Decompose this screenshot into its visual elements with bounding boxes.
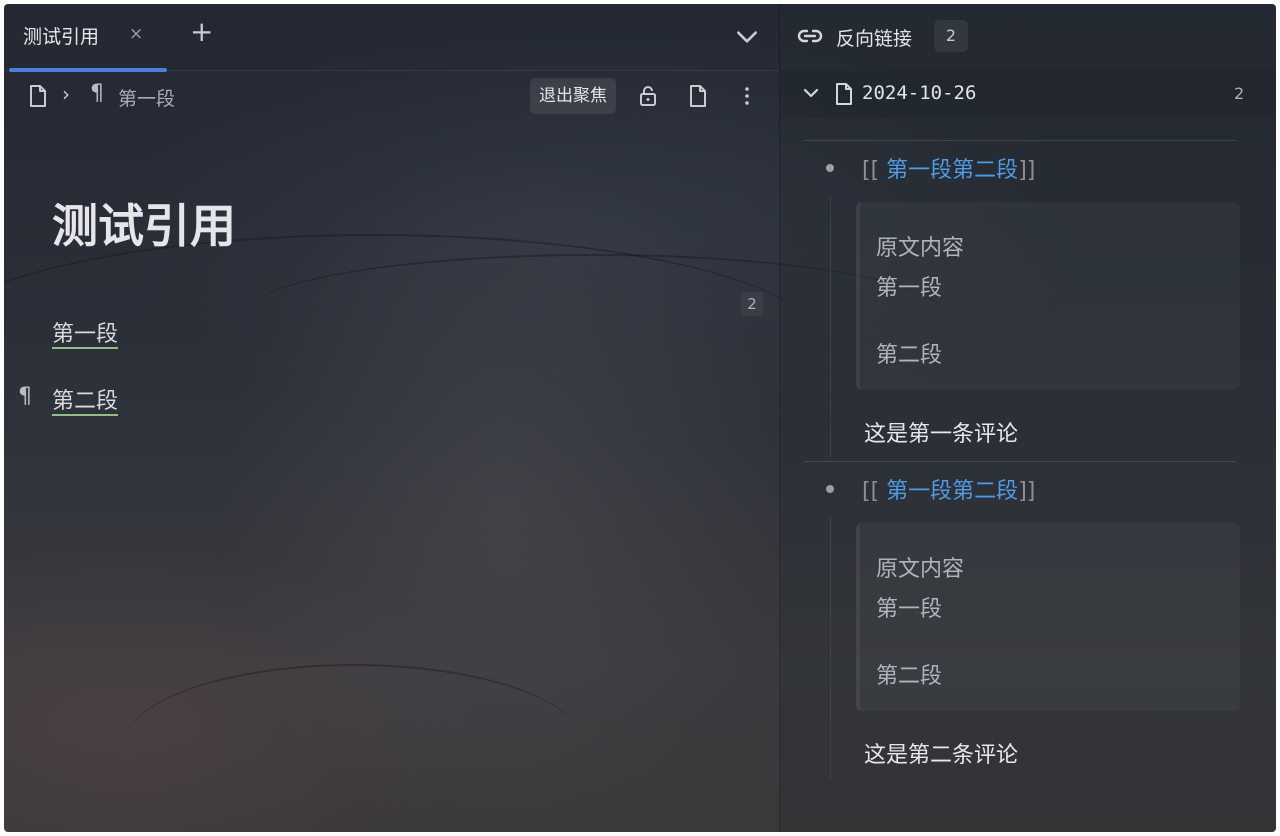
tab-title: 测试引用 (23, 26, 100, 48)
app-window: 测试引用 × + › ¶ 第一段 退出聚焦 测试引用 2 第一段 ¶ 第二段 反… (4, 4, 1276, 832)
quote-line: 第一段 (876, 597, 943, 622)
quote-block[interactable]: 原文内容 第一段 第二段 (856, 523, 1240, 711)
paragraph-first[interactable]: 第一段 (52, 316, 118, 348)
quote-line: 原文内容 (876, 557, 965, 582)
plus-icon[interactable]: + (190, 18, 213, 46)
document-icon[interactable] (28, 84, 48, 108)
tab-test-reference[interactable]: 测试引用 × (9, 4, 167, 72)
backlink-group-row[interactable]: 2024-10-26 2 (780, 70, 1276, 118)
quote-line: 第二段 (876, 343, 943, 368)
chevron-down-icon[interactable] (802, 84, 820, 102)
bracket-open: [[ (862, 479, 880, 504)
more-vertical-icon[interactable] (735, 84, 759, 108)
active-tab-indicator (9, 68, 167, 72)
chevron-down-icon[interactable] (734, 24, 760, 50)
breadcrumb-item[interactable]: 第一段 (118, 84, 175, 111)
thread-line (830, 196, 831, 458)
link-icon (797, 29, 823, 43)
paragraph-second[interactable]: 第二段 (52, 383, 118, 415)
thread-line (830, 517, 831, 779)
bullet-icon[interactable] (826, 164, 834, 172)
tab-bar: 测试引用 × + (4, 4, 779, 72)
backlinks-title: 反向链接 (836, 28, 913, 50)
reference-line: [[ 第一段第二段]] (862, 152, 1035, 184)
backlink-group-count: 2 (1234, 84, 1245, 103)
breadcrumb-toolbar: › ¶ 第一段 退出聚焦 (4, 74, 779, 120)
close-icon[interactable]: × (129, 24, 143, 44)
quote-line: 原文内容 (876, 236, 965, 261)
backlink-group-date: 2024-10-26 (862, 82, 977, 104)
comment-text[interactable]: 这是第一条评论 (864, 416, 1018, 448)
reference-count-badge[interactable]: 2 (741, 292, 763, 316)
backlinks-panel: 反向链接 2 2024-10-26 2 [[ 第一段第二段]] 原文内容 第一段… (780, 4, 1276, 832)
reference-link[interactable]: 第一段第二段 (886, 479, 1018, 504)
comment-text[interactable]: 这是第二条评论 (864, 737, 1018, 769)
reference-line: [[ 第一段第二段]] (862, 473, 1035, 505)
bracket-close: ]] (1018, 158, 1036, 183)
bracket-close: ]] (1018, 479, 1036, 504)
backlinks-header: 反向链接 2 (780, 4, 1276, 70)
entry-divider (804, 140, 1236, 141)
backlinks-count-badge: 2 (934, 20, 968, 52)
chevron-right-icon: › (62, 82, 70, 106)
editor-pane: 测试引用 × + › ¶ 第一段 退出聚焦 测试引用 2 第一段 ¶ 第二段 (4, 4, 779, 832)
unlock-icon[interactable] (636, 84, 660, 108)
backlink-entry: [[ 第一段第二段]] 原文内容 第一段 第二段 这是第一条评论 (804, 140, 1236, 460)
document-icon (836, 83, 852, 105)
entry-divider (804, 461, 1236, 462)
reference-link[interactable]: 第一段第二段 (886, 158, 1018, 183)
backlink-entry: [[ 第一段第二段]] 原文内容 第一段 第二段 这是第二条评论 (804, 461, 1236, 791)
quote-line: 第一段 (876, 276, 943, 301)
document-title[interactable]: 测试引用 (52, 190, 236, 256)
quote-line: 第二段 (876, 664, 943, 689)
bracket-open: [[ (862, 158, 880, 183)
bullet-icon[interactable] (826, 485, 834, 493)
paragraph-icon: ¶ (18, 384, 32, 409)
quote-block[interactable]: 原文内容 第一段 第二段 (856, 202, 1240, 390)
paragraph-icon: ¶ (90, 81, 104, 106)
exit-focus-button[interactable]: 退出聚焦 (530, 78, 616, 114)
document-icon[interactable] (686, 84, 710, 108)
